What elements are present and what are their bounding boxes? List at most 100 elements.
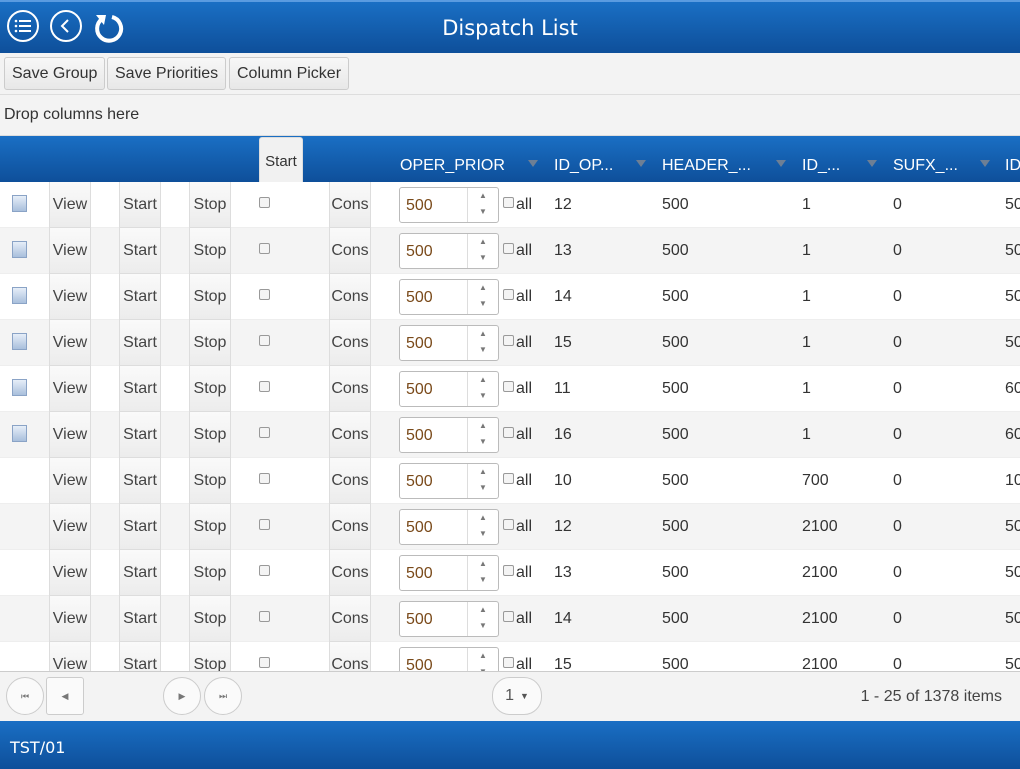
view-button[interactable]: View bbox=[49, 412, 91, 458]
row-checkbox[interactable] bbox=[259, 335, 270, 346]
document-icon[interactable] bbox=[12, 379, 27, 396]
view-button[interactable]: View bbox=[49, 596, 91, 642]
filter-icon[interactable] bbox=[636, 160, 646, 167]
cons-button[interactable]: Cons bbox=[329, 320, 371, 366]
row-checkbox[interactable] bbox=[259, 611, 270, 622]
all-checkbox[interactable] bbox=[503, 657, 514, 668]
view-button[interactable]: View bbox=[49, 274, 91, 320]
view-button[interactable]: View bbox=[49, 366, 91, 412]
all-checkbox[interactable] bbox=[503, 427, 514, 438]
start-button[interactable]: Start bbox=[119, 596, 161, 642]
stepper-arrows-icon[interactable]: ▲▼ bbox=[467, 188, 498, 222]
priority-value[interactable]: 500 bbox=[406, 197, 433, 215]
start-button[interactable]: Start bbox=[119, 182, 161, 228]
priority-stepper[interactable]: 500 ▲▼ bbox=[399, 647, 499, 671]
view-button[interactable]: View bbox=[49, 642, 91, 671]
priority-value[interactable]: 500 bbox=[406, 565, 433, 583]
priority-value[interactable]: 500 bbox=[406, 473, 433, 491]
stepper-arrows-icon[interactable]: ▲▼ bbox=[467, 648, 498, 671]
document-icon[interactable] bbox=[12, 425, 27, 442]
start-button[interactable]: Start bbox=[119, 412, 161, 458]
priority-value[interactable]: 500 bbox=[406, 657, 433, 671]
view-button[interactable]: View bbox=[49, 550, 91, 596]
document-icon[interactable] bbox=[12, 241, 27, 258]
view-button[interactable]: View bbox=[49, 228, 91, 274]
stop-button[interactable]: Stop bbox=[189, 228, 231, 274]
cons-button[interactable]: Cons bbox=[329, 412, 371, 458]
start-button[interactable]: Start bbox=[119, 458, 161, 504]
all-checkbox[interactable] bbox=[503, 243, 514, 254]
page-select[interactable]: 1 ▼ bbox=[492, 677, 542, 715]
priority-value[interactable]: 500 bbox=[406, 335, 433, 353]
column-header-id-more[interactable]: ID bbox=[1005, 157, 1020, 175]
all-checkbox[interactable] bbox=[503, 197, 514, 208]
priority-stepper[interactable]: 500 ▲▼ bbox=[399, 233, 499, 269]
cons-button[interactable]: Cons bbox=[329, 366, 371, 412]
stepper-arrows-icon[interactable]: ▲▼ bbox=[467, 372, 498, 406]
stop-button[interactable]: Stop bbox=[189, 412, 231, 458]
stepper-arrows-icon[interactable]: ▲▼ bbox=[467, 464, 498, 498]
all-checkbox[interactable] bbox=[503, 289, 514, 300]
stop-button[interactable]: Stop bbox=[189, 182, 231, 228]
priority-value[interactable]: 500 bbox=[406, 381, 433, 399]
start-button[interactable]: Start bbox=[119, 274, 161, 320]
row-checkbox[interactable] bbox=[259, 289, 270, 300]
cons-button[interactable]: Cons bbox=[329, 550, 371, 596]
row-checkbox[interactable] bbox=[259, 381, 270, 392]
row-checkbox[interactable] bbox=[259, 243, 270, 254]
start-column-header[interactable]: Start bbox=[259, 137, 303, 182]
cons-button[interactable]: Cons bbox=[329, 596, 371, 642]
start-button[interactable]: Start bbox=[119, 320, 161, 366]
priority-stepper[interactable]: 500 ▲▼ bbox=[399, 509, 499, 545]
document-icon[interactable] bbox=[12, 287, 27, 304]
filter-icon[interactable] bbox=[776, 160, 786, 167]
priority-value[interactable]: 500 bbox=[406, 243, 433, 261]
priority-stepper[interactable]: 500 ▲▼ bbox=[399, 325, 499, 361]
save-priorities-button[interactable]: Save Priorities bbox=[107, 57, 227, 90]
filter-icon[interactable] bbox=[980, 160, 990, 167]
all-checkbox[interactable] bbox=[503, 519, 514, 530]
priority-value[interactable]: 500 bbox=[406, 611, 433, 629]
priority-stepper[interactable]: 500 ▲▼ bbox=[399, 279, 499, 315]
document-icon[interactable] bbox=[12, 333, 27, 350]
save-group-button[interactable]: Save Group bbox=[4, 57, 106, 90]
priority-stepper[interactable]: 500 ▲▼ bbox=[399, 417, 499, 453]
first-page-icon[interactable]: ⏮ bbox=[6, 677, 44, 715]
view-button[interactable]: View bbox=[49, 182, 91, 228]
start-button[interactable]: Start bbox=[119, 504, 161, 550]
stop-button[interactable]: Stop bbox=[189, 320, 231, 366]
cons-button[interactable]: Cons bbox=[329, 274, 371, 320]
last-page-icon[interactable]: ⏭ bbox=[204, 677, 242, 715]
row-checkbox[interactable] bbox=[259, 473, 270, 484]
priority-stepper[interactable]: 500 ▲▼ bbox=[399, 187, 499, 223]
stepper-arrows-icon[interactable]: ▲▼ bbox=[467, 602, 498, 636]
priority-stepper[interactable]: 500 ▲▼ bbox=[399, 601, 499, 637]
priority-value[interactable]: 500 bbox=[406, 519, 433, 537]
cons-button[interactable]: Cons bbox=[329, 458, 371, 504]
column-header-id[interactable]: ID_... bbox=[802, 157, 840, 175]
view-button[interactable]: View bbox=[49, 320, 91, 366]
cons-button[interactable]: Cons bbox=[329, 504, 371, 550]
row-checkbox[interactable] bbox=[259, 565, 270, 576]
priority-value[interactable]: 500 bbox=[406, 427, 433, 445]
next-page-icon[interactable]: ▶ bbox=[163, 677, 201, 715]
priority-stepper[interactable]: 500 ▲▼ bbox=[399, 463, 499, 499]
all-checkbox[interactable] bbox=[503, 565, 514, 576]
stop-button[interactable]: Stop bbox=[189, 274, 231, 320]
priority-value[interactable]: 500 bbox=[406, 289, 433, 307]
group-drop-area[interactable]: Drop columns here bbox=[0, 95, 1020, 136]
start-button[interactable]: Start bbox=[119, 228, 161, 274]
stepper-arrows-icon[interactable]: ▲▼ bbox=[467, 418, 498, 452]
stop-button[interactable]: Stop bbox=[189, 642, 231, 671]
prev-page-icon[interactable]: ◀ bbox=[46, 677, 84, 715]
cons-button[interactable]: Cons bbox=[329, 642, 371, 671]
row-checkbox[interactable] bbox=[259, 197, 270, 208]
view-button[interactable]: View bbox=[49, 458, 91, 504]
filter-icon[interactable] bbox=[867, 160, 877, 167]
stepper-arrows-icon[interactable]: ▲▼ bbox=[467, 234, 498, 268]
priority-stepper[interactable]: 500 ▲▼ bbox=[399, 371, 499, 407]
stepper-arrows-icon[interactable]: ▲▼ bbox=[467, 280, 498, 314]
priority-stepper[interactable]: 500 ▲▼ bbox=[399, 555, 499, 591]
all-checkbox[interactable] bbox=[503, 473, 514, 484]
all-checkbox[interactable] bbox=[503, 381, 514, 392]
